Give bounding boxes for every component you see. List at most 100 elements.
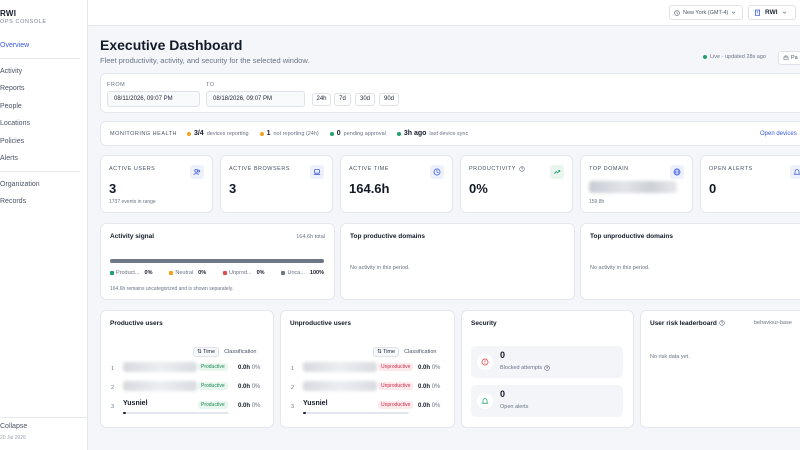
brand-name: RWI (0, 9, 17, 18)
topbar: New York (GMT-4) RWI (88, 0, 800, 26)
rank: 2 (111, 385, 115, 391)
legend-label: Product... (116, 270, 140, 276)
legend-value: 100% (309, 270, 324, 276)
help-icon[interactable] (718, 320, 725, 326)
live-status-text: Live · updated 28s ago (710, 54, 766, 60)
user-name: RWI (765, 9, 778, 16)
rank: 3 (111, 404, 115, 410)
classification-header: Classification (224, 349, 257, 355)
activity-signal-panel: Activity signal 164.6h total Product... 0… (100, 223, 335, 300)
list-item[interactable]: 2 Unproductive 0.0h 0% (289, 381, 455, 397)
rank: 1 (111, 366, 115, 372)
collapse-button[interactable]: Collapse (0, 423, 88, 430)
sort-time-button[interactable]: ⇅ Time (193, 347, 220, 357)
timezone-selector[interactable]: New York (GMT-4) (669, 5, 743, 20)
health-devices-reporting: 3/4 devices reporting (186, 130, 249, 137)
brand-subtitle: OPS CONSOLE (0, 19, 47, 25)
activity-note: 164.6h remains uncategorized and is show… (110, 286, 234, 292)
shield-alert-icon (477, 354, 493, 370)
health-value: 3h ago (403, 130, 427, 137)
sidebar: RWI OPS CONSOLE Overview Activity Report… (0, 0, 88, 450)
monitoring-health-title: MONITORING HEALTH (110, 130, 177, 137)
stat-card-active-browsers: ACTIVE BROWSERS 3 (220, 155, 333, 213)
sort-time-button[interactable]: ⇅ Time (373, 347, 400, 357)
time-value: 0.0h (238, 384, 251, 390)
status-badge: Productive (198, 401, 228, 409)
usage-bar (123, 411, 229, 414)
sidebar-item-alerts[interactable]: Alerts (0, 150, 88, 168)
to-date-input[interactable]: 08/18/2026, 09:07 PM (206, 91, 305, 107)
sidebar-item-policies[interactable]: Policies (0, 133, 88, 151)
users-icon (190, 165, 204, 179)
health-value: 1 (266, 130, 271, 137)
sidebar-item-overview[interactable]: Overview (0, 37, 88, 55)
time-value: 0.0h (238, 403, 251, 409)
status-badge: Unproductive (378, 382, 414, 390)
legend-item-neutral: Neutral 0% (169, 270, 206, 276)
quick-range-30d[interactable]: 30d (355, 93, 375, 106)
blocked-attempts-card[interactable]: 0 Blocked attempts (471, 346, 623, 378)
classification-header: Classification (404, 349, 437, 355)
stat-card-active-time: ACTIVE TIME 164.6h (340, 155, 453, 213)
to-label: TO (206, 82, 215, 88)
open-alerts-label: Open alerts (500, 404, 529, 410)
empty-state: No activity in this period. (350, 265, 410, 271)
legend-label: Unprod... (229, 270, 252, 276)
list-item[interactable]: 3 Yusniel Productive 0.0h 0% (109, 400, 275, 416)
help-icon[interactable] (519, 166, 525, 172)
sidebar-item-reports[interactable]: Reports (0, 80, 88, 98)
date-range-panel: FROM 08/11/2026, 09:07 PM TO 08/18/2026,… (100, 73, 800, 113)
usage-bar (303, 411, 409, 414)
list-item[interactable]: 1 Productive 0.0h 0% (109, 362, 275, 378)
quick-range-90d[interactable]: 90d (379, 93, 399, 106)
legend-value: 0% (256, 270, 265, 276)
status-badge: Productive (198, 363, 228, 371)
pct-value: 0% (251, 403, 261, 409)
stat-label: ACTIVE USERS (109, 166, 156, 172)
live-dot (703, 55, 707, 59)
pct-value: 0% (431, 403, 441, 409)
sidebar-item-activity[interactable]: Activity (0, 63, 88, 81)
quick-range-24h[interactable]: 24h (312, 93, 331, 106)
sidebar-item-records[interactable]: Records (0, 193, 88, 211)
list-item[interactable]: 1 Unproductive 0.0h 0% (289, 362, 455, 378)
print-icon (783, 55, 789, 60)
health-label: pending approval (343, 130, 386, 137)
legend-item-unproductive: Unprod... 0% (223, 270, 265, 276)
sidebar-item-organization[interactable]: Organization (0, 176, 88, 194)
open-alerts-value: 0 (500, 389, 506, 399)
bell-icon (790, 165, 800, 179)
list-item[interactable]: 3 Yusniel Unproductive 0.0h 0% (289, 400, 455, 416)
stat-card-top-domain: TOP DOMAIN 159.8h (580, 155, 693, 213)
rank: 1 (291, 366, 295, 372)
trend-up-icon (550, 165, 564, 179)
panel-title: User risk leaderboard (650, 320, 725, 327)
legend-label: Unca... (287, 270, 305, 276)
unproductive-users-panel: Unproductive users ⇅ Time Classification… (280, 310, 455, 428)
user-time: 0.0h 0% (238, 403, 260, 409)
open-devices-link[interactable]: Open devices (760, 131, 797, 137)
blocked-attempts-text: Blocked attempts (500, 365, 543, 371)
stat-label: ACTIVE BROWSERS (229, 166, 290, 172)
time-value: 0.0h (418, 384, 431, 390)
sidebar-item-people[interactable]: People (0, 98, 88, 116)
sidebar-item-locations[interactable]: Locations (0, 115, 88, 133)
globe-icon (670, 165, 684, 179)
clock-icon (430, 165, 444, 179)
stat-hint: 159.8h (589, 199, 605, 205)
legend-swatch (169, 271, 174, 275)
from-date-input[interactable]: 08/11/2026, 09:07 PM (107, 91, 200, 107)
usage-bar-marker (303, 411, 306, 414)
empty-state: No risk data yet. (650, 354, 690, 360)
list-item[interactable]: 2 Productive 0.0h 0% (109, 381, 275, 397)
header-action-button[interactable]: Pa (778, 51, 800, 65)
user-menu-button[interactable]: RWI (748, 5, 796, 20)
stat-value: 0 (709, 181, 717, 196)
open-alerts-card[interactable]: 0 Open alerts (471, 385, 623, 417)
help-icon[interactable] (544, 365, 550, 371)
status-badge: Productive (198, 382, 228, 390)
user-time: 0.0h 0% (418, 365, 440, 371)
user-time: 0.0h 0% (418, 384, 440, 390)
redacted-user-name (123, 381, 197, 391)
quick-range-7d[interactable]: 7d (334, 93, 351, 106)
